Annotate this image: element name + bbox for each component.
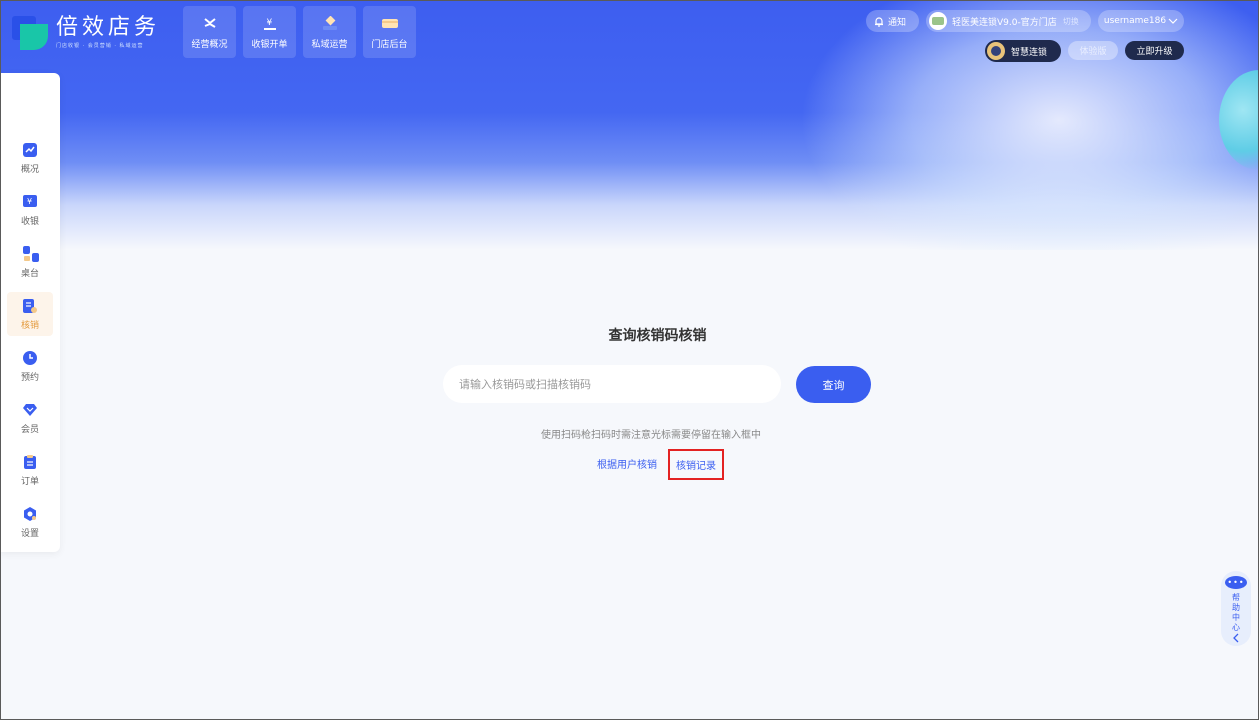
topnav-label: 经营概况	[191, 39, 228, 50]
svg-text:¥: ¥	[27, 197, 32, 206]
topnav-item-overview[interactable]: 经营概况	[183, 6, 236, 58]
query-button[interactable]: 查询	[796, 366, 871, 403]
sidebar-item-cashier[interactable]: ¥ 收银	[7, 188, 53, 232]
clock-icon	[23, 350, 37, 365]
sidebar-item-member[interactable]: 会员	[7, 396, 53, 440]
help-center-label: 帮助中心	[1232, 593, 1240, 632]
chat-bubble-icon: •••	[1225, 576, 1247, 589]
smart-chain-icon	[987, 42, 1005, 60]
user-menu[interactable]: username186	[1098, 10, 1184, 32]
brand-logo[interactable]: 倍效店务 门店收银 · 会员营销 · 私域运营	[12, 12, 172, 52]
sidebar-item-label: 设置	[20, 528, 39, 539]
sidebar-item-orders[interactable]: 订单	[7, 448, 53, 492]
brand-title: 倍效店务	[56, 14, 161, 40]
verify-code-input[interactable]	[443, 365, 781, 403]
smart-chain-label: 智慧连锁	[1011, 47, 1048, 58]
sidebar-item-label: 收银	[20, 216, 39, 227]
switch-store-link[interactable]: 切换	[1063, 16, 1079, 27]
diamond-icon	[322, 15, 338, 31]
verify-by-user-link[interactable]: 根据用户核销	[597, 456, 657, 471]
order-icon	[23, 454, 37, 469]
sidebar-item-label: 订单	[20, 476, 39, 487]
cashier-icon: ¥	[262, 15, 278, 31]
sidebar-item-label: 概况	[20, 164, 39, 175]
sidebar-item-settings[interactable]: 设置	[7, 500, 53, 544]
topnav-label: 收银开单	[251, 39, 288, 50]
table-icon	[23, 245, 39, 262]
sidebar-item-table[interactable]: 桌台	[7, 240, 53, 284]
page-title: 查询核销码核销	[608, 328, 707, 344]
smart-chain-badge[interactable]: 智慧连锁	[985, 40, 1061, 62]
chevron-down-icon	[1168, 18, 1178, 24]
sidebar-item-overview[interactable]: 概况	[7, 136, 53, 180]
cashier-icon: ¥	[23, 194, 37, 208]
topnav-item-store-backend[interactable]: 门店后台	[363, 6, 416, 58]
chart-trend-icon	[202, 15, 218, 31]
trial-badge: 体验版	[1068, 41, 1118, 60]
topnav-item-private[interactable]: 私域运营	[303, 6, 356, 58]
store-selector[interactable]: 轻医美连锁V9.0-官方门店 切换	[926, 10, 1091, 32]
topnav-item-cashier[interactable]: ¥ 收银开单	[243, 6, 296, 58]
chevron-left-icon[interactable]	[1233, 633, 1239, 646]
sidebar-item-label: 会员	[20, 424, 39, 435]
username: username186	[1103, 16, 1167, 26]
logo-icon	[12, 14, 48, 50]
help-center-widget[interactable]: ••• 帮助中心	[1221, 571, 1251, 646]
header-glow	[799, 0, 1259, 250]
verify-icon	[23, 298, 37, 313]
store-card-icon	[381, 15, 398, 31]
member-diamond-icon	[23, 402, 37, 416]
top-nav: 经营概况 ¥ 收银开单 私域运营 门店后台	[183, 6, 416, 58]
brand-subtitle: 门店收银 · 会员营销 · 私域运营	[56, 42, 144, 49]
overview-icon	[23, 142, 37, 157]
settings-icon	[23, 506, 37, 521]
verify-records-link[interactable]: 核销记录	[668, 449, 724, 480]
store-avatar	[929, 12, 947, 30]
topnav-label: 私域运营	[311, 39, 348, 50]
upgrade-button[interactable]: 立即升级	[1125, 41, 1184, 60]
svg-text:¥: ¥	[266, 18, 272, 28]
scan-hint: 使用扫码枪扫码时需注意光标需要停留在输入框中	[541, 430, 761, 441]
sidebar: 概况 ¥ 收银 桌台 核销 预约 会员 订单 设置	[0, 73, 60, 552]
bell-icon	[875, 16, 883, 27]
notice-button[interactable]: 通知	[866, 10, 919, 32]
sidebar-item-label: 桌台	[20, 268, 39, 279]
store-name: 轻医美连锁V9.0-官方门店	[952, 17, 1057, 28]
sidebar-item-label: 预约	[20, 372, 39, 383]
topnav-label: 门店后台	[371, 39, 408, 50]
sidebar-item-appointment[interactable]: 预约	[7, 344, 53, 388]
notice-label: 通知	[888, 17, 907, 28]
